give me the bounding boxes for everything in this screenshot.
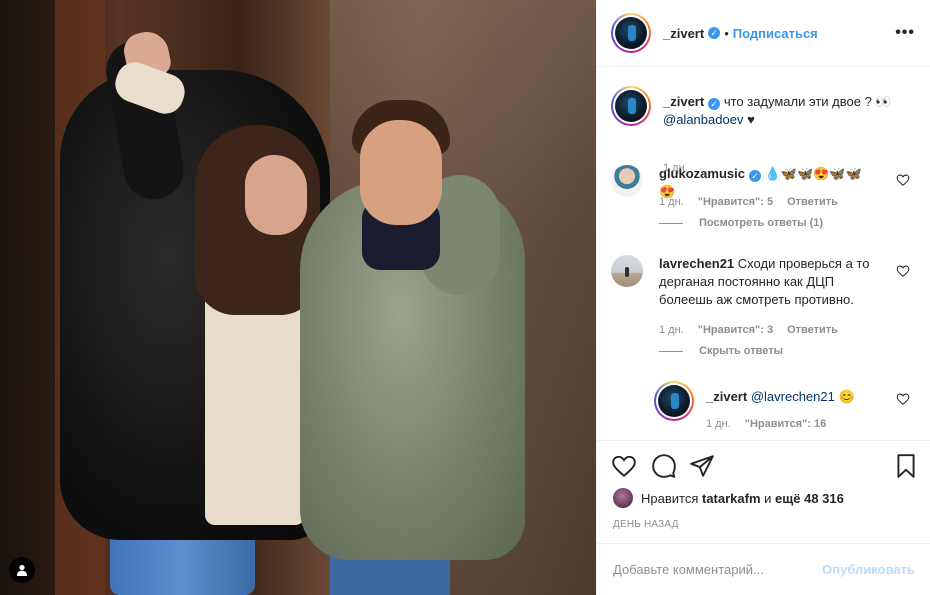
- likes-middle: и: [764, 490, 772, 506]
- comment-time[interactable]: 1 дн.: [659, 196, 684, 208]
- caption-mention[interactable]: @alanbadoev: [663, 112, 743, 127]
- like-heart-icon[interactable]: [611, 453, 637, 479]
- photo-person-b-face: [360, 120, 442, 225]
- verified-badge-icon: ✓: [708, 98, 721, 110]
- reply-avatar[interactable]: [654, 381, 694, 421]
- person-icon: [17, 564, 27, 576]
- author-avatar[interactable]: [611, 13, 651, 53]
- replies-divider: [659, 350, 683, 352]
- reply-time[interactable]: 1 дн.: [706, 418, 731, 430]
- reply-emoji: 😊: [838, 389, 855, 404]
- comment-username[interactable]: lavrechen21: [659, 256, 734, 271]
- likes-summary: Нравится tatarkafm и ещё 48 316: [613, 488, 844, 508]
- caption-username[interactable]: _zivert: [663, 94, 704, 109]
- follow-button[interactable]: Подписаться: [733, 26, 818, 41]
- hide-replies-label: Скрыть ответы: [699, 345, 783, 357]
- save-bookmark-icon[interactable]: [893, 453, 919, 479]
- photo-person-a-face: [245, 155, 307, 235]
- post-actions: Нравится tatarkafm и ещё 48 316 ДЕНЬ НАЗ…: [597, 440, 930, 543]
- post-header: _zivert ✓ • Подписаться •••: [597, 0, 930, 67]
- comment-body: lavrechen21 Сходи проверься а то дергана…: [659, 255, 874, 309]
- add-comment-bar: Опубликовать: [597, 543, 930, 595]
- like-comment-heart-icon[interactable]: [896, 173, 910, 187]
- liker-username[interactable]: tatarkafm: [702, 491, 761, 506]
- commenter-avatar[interactable]: [611, 255, 643, 287]
- commenter-avatar[interactable]: [611, 165, 643, 197]
- instagram-post: _zivert ✓ • Подписаться ••• _zivert ✓ что…: [0, 0, 930, 595]
- post-photo[interactable]: [0, 0, 596, 595]
- caption-avatar[interactable]: [611, 86, 651, 126]
- comment-username[interactable]: glukozamusic: [659, 166, 745, 181]
- likes-others-count[interactable]: ещё 48 316: [775, 491, 844, 506]
- view-replies-label: Посмотреть ответы (1): [699, 217, 824, 229]
- publish-comment-button[interactable]: Опубликовать: [822, 562, 915, 577]
- replies-divider: [659, 222, 683, 224]
- like-reply-heart-icon[interactable]: [896, 392, 910, 406]
- more-options-icon[interactable]: •••: [895, 24, 915, 42]
- comment-likes-count[interactable]: "Нравится": 3: [698, 324, 773, 336]
- verified-badge-icon: ✓: [708, 27, 721, 39]
- add-comment-input[interactable]: [613, 562, 823, 577]
- reply-meta: 1 дн. "Нравится": 16: [706, 418, 826, 430]
- reply-likes-count[interactable]: "Нравится": 16: [745, 418, 826, 430]
- comments-list[interactable]: _zivert ✓ что задумали эти двое ? 👀 @alan…: [597, 68, 930, 440]
- tagged-users-button[interactable]: [9, 557, 35, 583]
- share-paper-plane-icon[interactable]: [689, 453, 715, 479]
- like-comment-heart-icon[interactable]: [896, 264, 910, 278]
- reply-body: _zivert @lavrechen21 😊: [706, 388, 866, 406]
- comment-bubble-icon[interactable]: [651, 453, 677, 479]
- comment-reply-button[interactable]: Ответить: [787, 324, 838, 336]
- post-sidebar: _zivert ✓ • Подписаться ••• _zivert ✓ что…: [596, 0, 930, 595]
- verified-badge-icon: ✓: [748, 170, 761, 182]
- comment-reply-button[interactable]: Ответить: [787, 196, 838, 208]
- heart-emoji: ♥: [747, 112, 755, 127]
- caption-text: что задумали эти двое ? 👀: [720, 94, 892, 109]
- caption-body: _zivert ✓ что задумали эти двое ? 👀 @alan…: [663, 93, 913, 129]
- comment-meta: 1 дн. "Нравится": 5 Ответить: [659, 196, 838, 208]
- author-username[interactable]: _zivert: [663, 26, 704, 41]
- post-date[interactable]: ДЕНЬ НАЗАД: [613, 519, 679, 530]
- comment-meta: 1 дн. "Нравится": 3 Ответить: [659, 324, 838, 336]
- reply-username[interactable]: _zivert: [706, 389, 747, 404]
- hide-replies-button[interactable]: Скрыть ответы: [659, 345, 783, 357]
- comment-time[interactable]: 1 дн.: [659, 324, 684, 336]
- view-replies-button[interactable]: Посмотреть ответы (1): [659, 217, 823, 229]
- header-separator: •: [724, 25, 729, 41]
- liker-avatar[interactable]: [613, 488, 633, 508]
- likes-prefix: Нравится: [641, 490, 699, 506]
- comment-likes-count[interactable]: "Нравится": 5: [698, 196, 773, 208]
- reply-mention[interactable]: @lavrechen21: [751, 389, 835, 404]
